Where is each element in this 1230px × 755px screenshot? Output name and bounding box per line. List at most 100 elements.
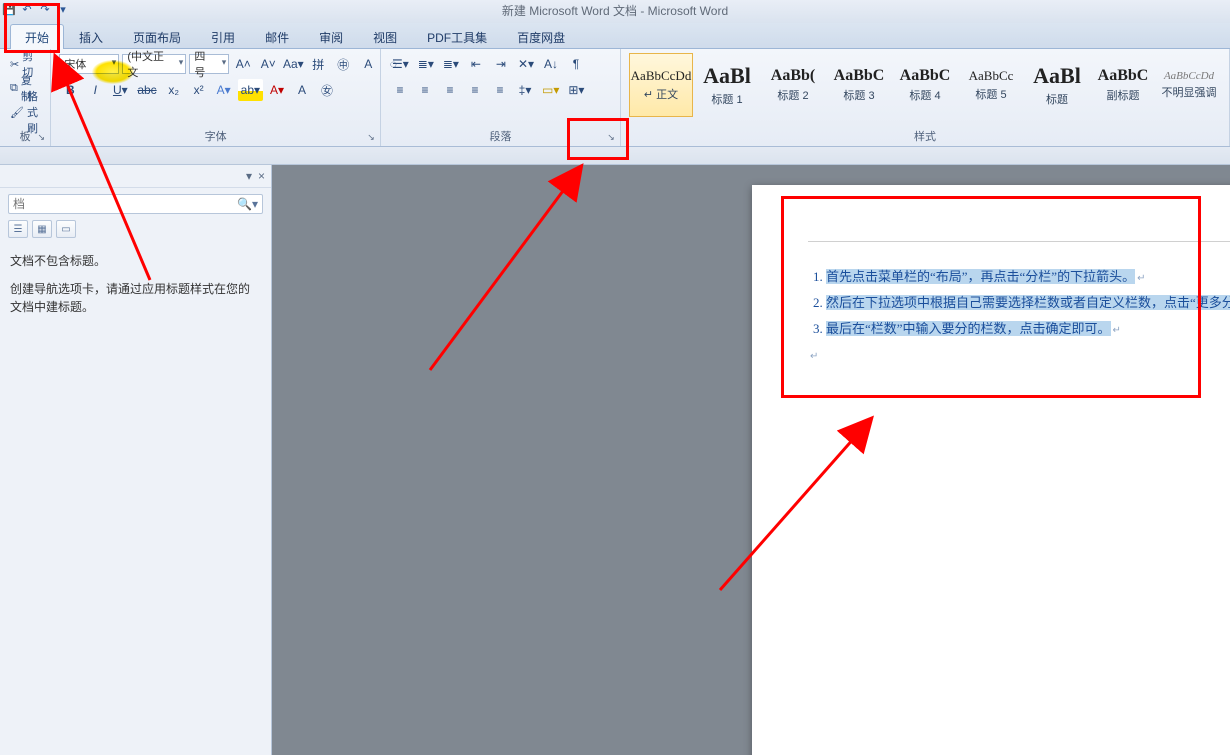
font-launcher-icon[interactable]: ↘ [364, 130, 378, 144]
group-font: 宋体 (中文正文 四号 A˄ A˅ Aa▾ 拼 ㊥ A ◌ B I U▾ abc… [51, 49, 381, 146]
ribbon-tabs: 开始 插入 页面布局 引用 邮件 审阅 视图 PDF工具集 百度网盘 [0, 23, 1230, 49]
style-item-4[interactable]: AaBbC标题 4 [893, 53, 957, 117]
navigation-pane: ▾ × 🔍▾ ☰ ▦ ▭ 文档不包含标题。 创建导航选项卡，请通过应用标题样式在… [0, 165, 272, 755]
bold-button[interactable]: B [59, 79, 81, 101]
font-color-button[interactable]: A▾ [266, 79, 288, 101]
tab-review[interactable]: 审阅 [304, 24, 358, 49]
style-item-8[interactable]: AaBbCcDd不明显强调 [1157, 53, 1221, 117]
tab-baidu[interactable]: 百度网盘 [502, 24, 580, 49]
style-item-3[interactable]: AaBbC标题 3 [827, 53, 891, 117]
sort-button[interactable]: A↓ [540, 53, 562, 75]
phonetic-guide-button[interactable]: 拼 [307, 53, 329, 75]
nav-tab-pages[interactable]: ▦ [32, 220, 52, 238]
close-icon[interactable]: × [258, 169, 265, 183]
font-family-dropdown[interactable]: 宋体 [59, 54, 119, 74]
change-case-button[interactable]: Aa▾ [282, 53, 304, 75]
numbering-button[interactable]: ≣▾ [415, 53, 437, 75]
style-preview: AaBbCc [969, 68, 1014, 84]
underline-button[interactable]: U▾ [109, 79, 131, 101]
style-label: 标题 1 [711, 91, 742, 107]
tab-home[interactable]: 开始 [10, 24, 64, 49]
style-label: 副标题 [1107, 87, 1140, 103]
inc-indent-button[interactable]: ⇥ [490, 53, 512, 75]
style-gallery[interactable]: AaBbCcDd↵ 正文AaBl标题 1AaBb(标题 2AaBbC标题 3Aa… [629, 53, 1221, 117]
work-area: ▾ × 🔍▾ ☰ ▦ ▭ 文档不包含标题。 创建导航选项卡，请通过应用标题样式在… [0, 165, 1230, 755]
bullets-button[interactable]: ☰▾ [389, 53, 412, 75]
subscript-button[interactable]: x₂ [163, 79, 185, 101]
dec-indent-button[interactable]: ⇤ [465, 53, 487, 75]
align-center-button[interactable]: ≡ [414, 79, 436, 101]
font-theme-dropdown[interactable]: (中文正文 [122, 54, 186, 74]
search-icon[interactable]: 🔍▾ [237, 197, 258, 211]
nav-tab-headings[interactable]: ☰ [8, 220, 28, 238]
align-left-button[interactable]: ≡ [389, 79, 411, 101]
format-painter-button[interactable]: 🖌 格式刷 [8, 101, 42, 123]
doc-line-2[interactable]: 然后在下拉选项中根据自己需要选择栏数或者自定义栏数，点击“更多分栏”。 [826, 290, 1230, 316]
enclose-char-button[interactable]: ㊥ [332, 53, 354, 75]
nav-search[interactable]: 🔍▾ [8, 194, 263, 214]
style-item-0[interactable]: AaBbCcDd↵ 正文 [629, 53, 693, 117]
paragraph-launcher-icon[interactable]: ↘ [604, 130, 618, 144]
strike-button[interactable]: abc [134, 79, 159, 101]
scissors-icon: ✂ [10, 58, 19, 71]
title-bar: 💾 ↶ ↷ ▾ 新建 Microsoft Word 文档 - Microsoft… [0, 0, 1230, 23]
doc-empty-para[interactable] [808, 342, 1230, 368]
group-styles-label: 样式 [629, 126, 1221, 144]
style-item-1[interactable]: AaBl标题 1 [695, 53, 759, 117]
save-icon[interactable]: 💾 [2, 2, 16, 16]
asian-layout-button[interactable]: ✕▾ [515, 53, 537, 75]
group-font-label: 字体 [59, 126, 372, 144]
window-title: 新建 Microsoft Word 文档 - Microsoft Word [502, 4, 728, 18]
line-spacing-button[interactable]: ‡▾ [514, 79, 536, 101]
char-border-button[interactable]: A [357, 53, 379, 75]
pane-dropdown-icon[interactable]: ▾ [246, 169, 252, 183]
tab-pdf[interactable]: PDF工具集 [412, 24, 502, 49]
clipboard-launcher-icon[interactable]: ↘ [34, 130, 48, 144]
document-canvas[interactable]: 首先点击菜单栏的“布局”，再点击“分栏”的下拉箭头。 然后在下拉选项中根据自己需… [272, 165, 1230, 755]
doc-line-3[interactable]: 最后在“栏数”中输入要分的栏数，点击确定即可。 [826, 316, 1230, 342]
distribute-button[interactable]: ≡ [489, 79, 511, 101]
brush-icon: 🖌 [10, 106, 24, 119]
align-right-button[interactable]: ≡ [439, 79, 461, 101]
tab-insert[interactable]: 插入 [64, 24, 118, 49]
shrink-font-button[interactable]: A˅ [257, 53, 279, 75]
text-effects-button[interactable]: A▾ [213, 79, 235, 101]
qat-dropdown-icon[interactable]: ▾ [56, 2, 70, 16]
page[interactable]: 首先点击菜单栏的“布局”，再点击“分栏”的下拉箭头。 然后在下拉选项中根据自己需… [752, 185, 1230, 755]
nav-msg-no-headings: 文档不包含标题。 [10, 252, 261, 270]
group-paragraph: ☰▾ ≣▾ ≣▾ ⇤ ⇥ ✕▾ A↓ ¶ ≡ ≡ ≡ ≡ ≡ ‡▾ ▭▾ ⊞▾ … [381, 49, 621, 146]
group-clipboard: ✂ 剪切 ⧉ 复制 🖌 格式刷 板 ↘ [0, 49, 51, 146]
highlight-button[interactable]: ab▾ [238, 79, 263, 101]
doc-line-1[interactable]: 首先点击菜单栏的“布局”，再点击“分栏”的下拉箭头。 [826, 264, 1230, 290]
shading-button[interactable]: ▭▾ [539, 79, 562, 101]
font-size-dropdown[interactable]: 四号 [189, 54, 229, 74]
style-item-5[interactable]: AaBbCc标题 5 [959, 53, 1023, 117]
nav-body: 文档不包含标题。 创建导航选项卡，请通过应用标题样式在您的文档中建标题。 [0, 244, 271, 334]
tab-mailings[interactable]: 邮件 [250, 24, 304, 49]
style-item-2[interactable]: AaBb(标题 2 [761, 53, 825, 117]
group-paragraph-label: 段落 [389, 126, 612, 144]
enclose-chars-button[interactable]: ㊛ [316, 79, 338, 101]
justify-button[interactable]: ≡ [464, 79, 486, 101]
ribbon: ✂ 剪切 ⧉ 复制 🖌 格式刷 板 ↘ 宋体 (中文正文 四号 A˄ A˅ Aa… [0, 49, 1230, 147]
group-styles: AaBbCcDd↵ 正文AaBl标题 1AaBb(标题 2AaBbC标题 3Aa… [621, 49, 1230, 146]
borders-button[interactable]: ⊞▾ [565, 79, 587, 101]
nav-search-input[interactable] [13, 197, 237, 211]
style-item-7[interactable]: AaBbC副标题 [1091, 53, 1155, 117]
char-shading-button[interactable]: A [291, 79, 313, 101]
show-marks-button[interactable]: ¶ [565, 53, 587, 75]
nav-tab-results[interactable]: ▭ [56, 220, 76, 238]
ruler [0, 147, 1230, 165]
style-item-6[interactable]: AaBl标题 [1025, 53, 1089, 117]
tab-layout[interactable]: 页面布局 [118, 24, 196, 49]
tab-references[interactable]: 引用 [196, 24, 250, 49]
style-label: 标题 3 [843, 87, 874, 103]
grow-font-button[interactable]: A˄ [232, 53, 254, 75]
italic-button[interactable]: I [84, 79, 106, 101]
undo-icon[interactable]: ↶ [20, 2, 34, 16]
tab-view[interactable]: 视图 [358, 24, 412, 49]
document-list: 首先点击菜单栏的“布局”，再点击“分栏”的下拉箭头。 然后在下拉选项中根据自己需… [808, 264, 1230, 342]
multilevel-button[interactable]: ≣▾ [440, 53, 462, 75]
superscript-button[interactable]: x² [188, 79, 210, 101]
redo-icon[interactable]: ↷ [38, 2, 52, 16]
